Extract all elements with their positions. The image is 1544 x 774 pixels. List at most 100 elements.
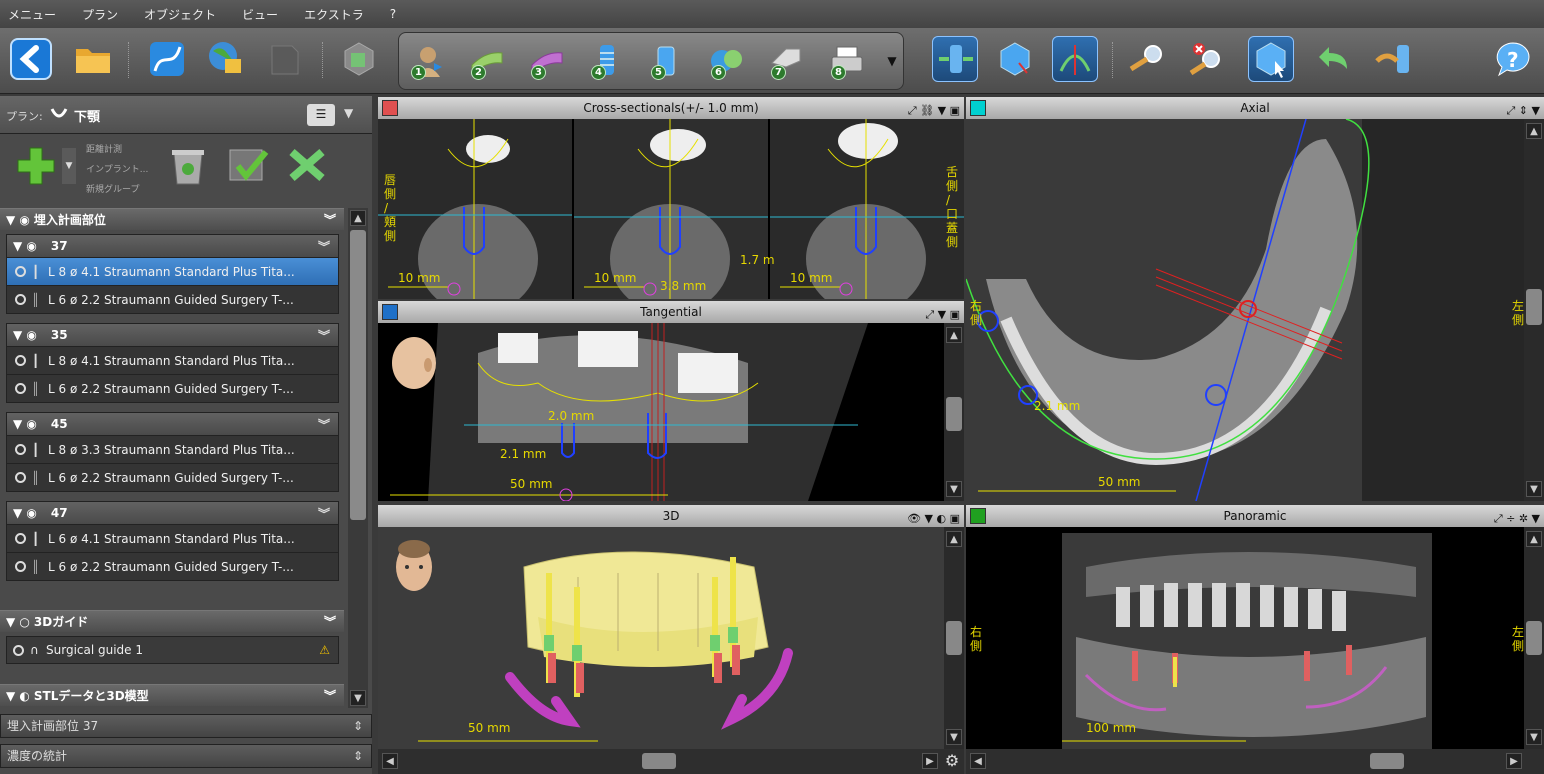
measure-button[interactable] [1124,36,1170,82]
plan-dropdown-button[interactable]: ▼ [344,106,353,120]
menu-item-extra[interactable]: エクストラ [304,6,364,23]
collapse-icon[interactable]: ︾ [318,416,330,433]
drill-row[interactable]: ║ L 6 ø 2.2 Straumann Guided Surgery T-..… [7,552,338,580]
help-button[interactable]: ? [1490,36,1536,82]
collapse-icon[interactable]: ︾ [318,505,330,522]
remove-measure-button[interactable] [1184,36,1230,82]
wizard-step-4-button[interactable]: 4 [583,38,629,84]
pano-scrollbar[interactable]: ▲ ▼ [1524,527,1544,749]
check-list-button[interactable] [226,144,274,191]
plan-header: プラン: 下顎 ☰ ▼ [0,96,372,134]
scroll-thumb[interactable] [946,397,962,431]
checklist-icon [229,149,269,181]
implant-row[interactable]: ┃ L 8 ø 4.1 Straumann Standard Plus Tita.… [7,257,338,285]
3d-head-orientation-icon[interactable] [392,537,436,602]
head-orientation-icon[interactable] [386,333,442,400]
wizard-step-5-button[interactable]: 5 [643,38,689,84]
folder-icon [76,49,110,73]
undo-button[interactable] [1310,36,1356,82]
collapse-icon[interactable]: ︾ [318,327,330,344]
plan-name[interactable]: 下顎 [74,106,100,125]
cube-pointer-icon [1256,42,1286,78]
wizard-step-1-button[interactable]: 1 [403,38,449,84]
menu-item-plan[interactable]: プラン [82,6,118,23]
surgical-guide-row[interactable]: ∩ Surgical guide 1 ⚠ [6,636,339,664]
implant-row[interactable]: ┃ L 8 ø 4.1 Straumann Standard Plus Tita.… [7,346,338,374]
wizard-step-8-button[interactable]: 8 [823,38,869,84]
drill-icon: ║ [32,470,40,485]
implant-row[interactable]: ┃ L 8 ø 3.3 Straumann Standard Plus Tita.… [7,435,338,463]
stl-section-title: STLデータと3D模型 [33,689,149,703]
menu-bar: メニュー プラン オブジェクト ビュー エクストラ ? [0,0,1544,28]
cross-sectional-view[interactable]: Cross-sectionals(+/- 1.0 mm) ⤢ ⛓ ▼ ▣ 唇 側 … [378,97,964,299]
scroll-thumb[interactable] [1370,753,1404,769]
cube-pointer-button[interactable] [1248,36,1294,82]
collapse-icon[interactable]: ︾ [324,687,336,704]
drill-row[interactable]: ║ L 6 ø 2.2 Straumann Guided Surgery T-..… [7,463,338,491]
stl-section[interactable]: ▼ ◐ STLデータと3D模型 ︾ [0,684,344,706]
drill-icon: ║ [32,559,40,574]
back-button[interactable] [8,36,54,82]
implant-icon: ┃ [32,442,40,457]
scroll-thumb[interactable] [350,230,366,520]
menu-item-help[interactable]: ? [390,7,396,21]
3d-scrollbar[interactable]: ▲ ▼ [944,527,964,749]
cross-arrows-button[interactable] [286,144,334,191]
axial-view[interactable]: Axial ⤢ ⇕ ▼ 右 側 左 側 2.1 mm 50 mm ▲ ▼ [966,97,1544,501]
wizard-step-3-button[interactable]: 3 [523,38,569,84]
3d-horizontal-scrollbar[interactable]: ◀ ▶ ⚙ [378,749,964,774]
plan-actions: ▼ 距離計測 インプラント... 新規グループ [0,134,372,206]
axial-scrollbar[interactable]: ▲ ▼ [1524,119,1544,501]
model-cube-button[interactable] [336,36,382,82]
panoramic-view[interactable]: Panoramic ⤢ ÷ ✲ ▼ 右 側 左 側 100 mm ▲ ▼ [966,505,1544,749]
delete-button[interactable] [168,144,208,191]
add-button[interactable] [14,144,58,191]
implant-align-button[interactable] [932,36,978,82]
collapse-icon[interactable]: ︾ [324,211,336,228]
wizard-dropdown-button[interactable]: ▼ [883,38,901,84]
scroll-thumb[interactable] [1526,289,1542,325]
wizard-step-7-button[interactable]: 7 [763,38,809,84]
implant-rotate-button[interactable] [1370,36,1416,82]
globe-export-button[interactable] [202,36,248,82]
3d-view[interactable]: 3D 👁 ▼ ◐ ▣ 50 mm ▲ ▼ [378,505,964,749]
surgical-guide-label: Surgical guide 1 [46,643,144,657]
pano-horizontal-scrollbar[interactable]: ◀ ▶ [966,749,1544,774]
scroll-thumb[interactable] [946,621,962,655]
collapse-icon[interactable]: ︾ [324,613,336,630]
implant-site-combo[interactable]: 埋入計画部位 37 ⇕ [0,714,372,738]
open-folder-button[interactable] [70,36,116,82]
cross-arrows-icon [289,148,325,182]
document-button[interactable] [262,36,308,82]
collapse-icon[interactable]: ︾ [318,238,330,255]
density-stats-combo[interactable]: 濃度の統計 ⇕ [0,744,372,768]
menu-item-menu[interactable]: メニュー [8,6,56,23]
drill-row[interactable]: ║ L 6 ø 2.2 Straumann Guided Surgery T-..… [7,374,338,402]
tangential-scrollbar[interactable]: ▲ ▼ [944,323,964,501]
drill-row[interactable]: ║ L 6 ø 2.2 Straumann Guided Surgery T-..… [7,285,338,313]
implant-label: L 8 ø 4.1 Straumann Standard Plus Tita..… [48,353,295,368]
tangential-view[interactable]: Tangential ⤢ ▼ ▣ 2.0 mm 2.1 mm 50 mm ▲ ▼ [378,301,964,501]
implant-row[interactable]: ┃ L 6 ø 4.1 Straumann Standard Plus Tita.… [7,524,338,552]
wizard-step-6-button[interactable]: 6 [703,38,749,84]
add-dropdown-button[interactable]: ▼ [62,148,76,184]
panel-scrollbar[interactable]: ▲ ▼ [348,208,368,708]
view-title: Tangential [640,305,702,319]
axis-view-button[interactable] [1052,36,1098,82]
select-cube-button[interactable] [992,36,1038,82]
list-menu-button[interactable]: ☰ [307,104,335,126]
action-implant[interactable]: インプラント... [86,160,148,180]
scroll-thumb[interactable] [1526,621,1542,655]
action-new-group[interactable]: 新規グループ [86,180,148,200]
cross-measure-2: 1.7 m [740,253,775,267]
warning-icon: ⚠ [319,643,330,657]
menu-item-object[interactable]: オブジェクト [144,6,216,23]
wizard-step-2-button[interactable]: 2 [463,38,509,84]
guide-section[interactable]: ▼ ○ 3Dガイド ︾ [0,610,344,632]
curve-button[interactable] [144,36,190,82]
action-measure-distance[interactable]: 距離計測 [86,140,148,160]
scroll-thumb[interactable] [642,753,676,769]
implant-sites-section[interactable]: ▼ ◉ 埋入計画部位 ︾ [0,208,344,230]
menu-item-view[interactable]: ビュー [242,6,278,23]
settings-gear-icon[interactable]: ⚙ [942,751,962,771]
